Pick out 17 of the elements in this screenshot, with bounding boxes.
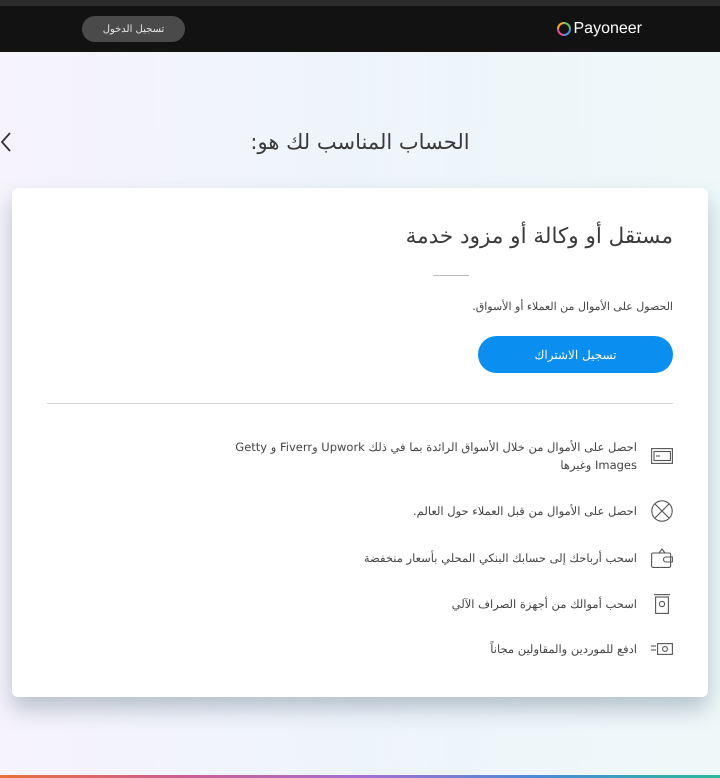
back-chevron-icon[interactable]	[0, 132, 12, 152]
card-icon	[651, 448, 673, 464]
feature-text: اسحب أموالك من أجهزة الصراف الآلي	[452, 596, 637, 613]
feature-text: ادفع للموردين والمقاولين مجاناً	[490, 640, 637, 658]
feature-text: اسحب أرباحك إلى حسابك البنكي المحلي بأسعار منخفضة	[364, 549, 637, 567]
card-subtitle: الحصول على الأموال من العملاء أو الأسواق.	[472, 299, 673, 315]
cash-icon	[651, 643, 673, 655]
card-title: مستقل أو وكالة أو مزود خدمة	[406, 222, 673, 252]
wallet-icon	[651, 548, 673, 568]
logo-text: Payoneer	[574, 21, 642, 37]
crossed-circle-icon	[651, 500, 673, 522]
feature-text: احصل على الأموال من خلال الأسواق الرائدة بما في ذلك Upwork وFiverr و Getty Images وغيرها	[234, 439, 637, 474]
page-title: الحساب المناسب لك هو:	[250, 129, 470, 156]
atm-icon	[654, 594, 670, 614]
logo-ring-icon	[556, 21, 572, 37]
login-button[interactable]: تسجيل الدخول	[82, 16, 185, 42]
feature-text: احصل على الأموال من قبل العملاء حول العالم.	[413, 503, 637, 520]
